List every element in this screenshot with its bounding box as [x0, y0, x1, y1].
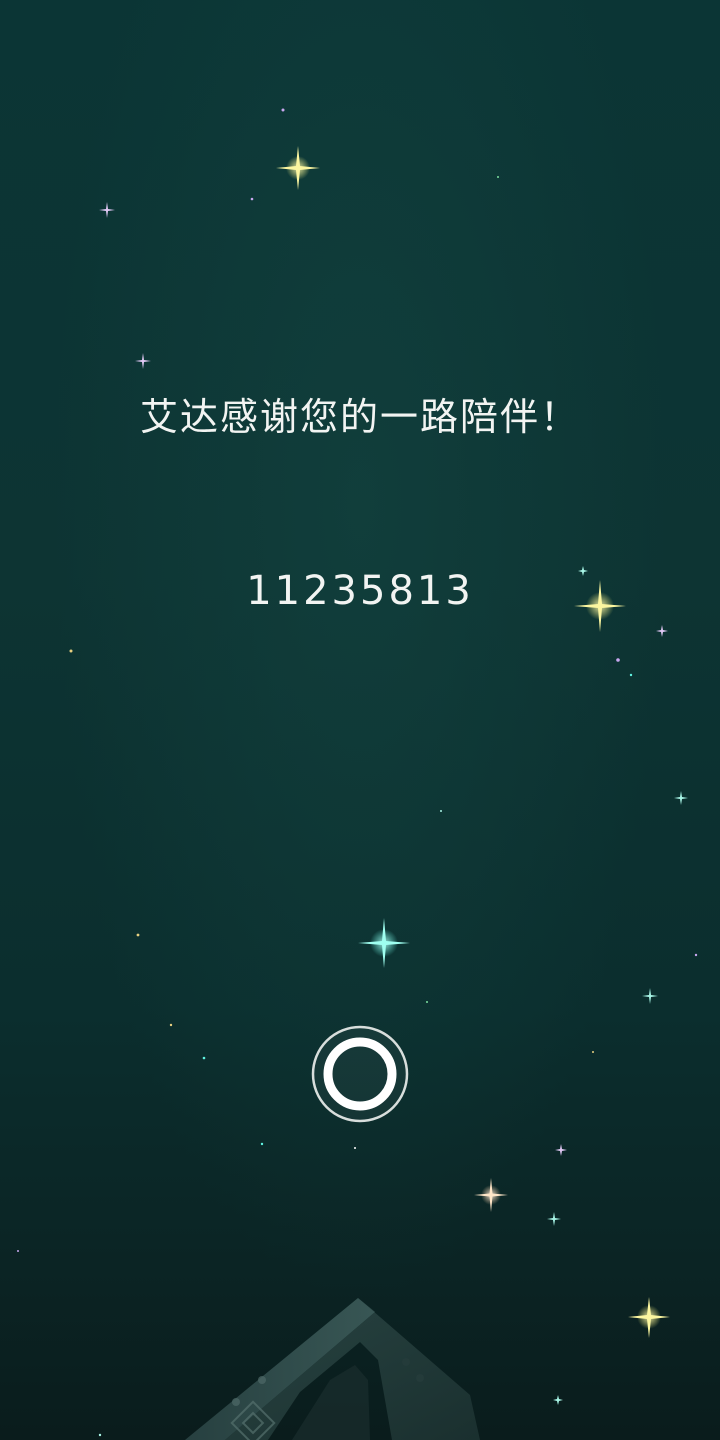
star-icon [474, 1178, 508, 1212]
secret-code: 11235813 [246, 568, 474, 614]
star-icon [628, 1297, 670, 1338]
ending-message: 艾达感谢您的一路陪伴！ [139, 395, 580, 439]
star-icon [276, 146, 320, 190]
dust-particles [17, 108, 698, 1437]
monument-structure [185, 1298, 480, 1440]
sparkle-icon [99, 202, 668, 1156]
ring-icon [311, 1025, 409, 1123]
game-screen: 艾达感谢您的一路陪伴！ 11235813 [0, 0, 720, 1440]
starfield [17, 108, 698, 1437]
continue-button[interactable] [311, 1025, 409, 1123]
star-icon [358, 918, 410, 968]
sparkle-icon [547, 566, 688, 1405]
